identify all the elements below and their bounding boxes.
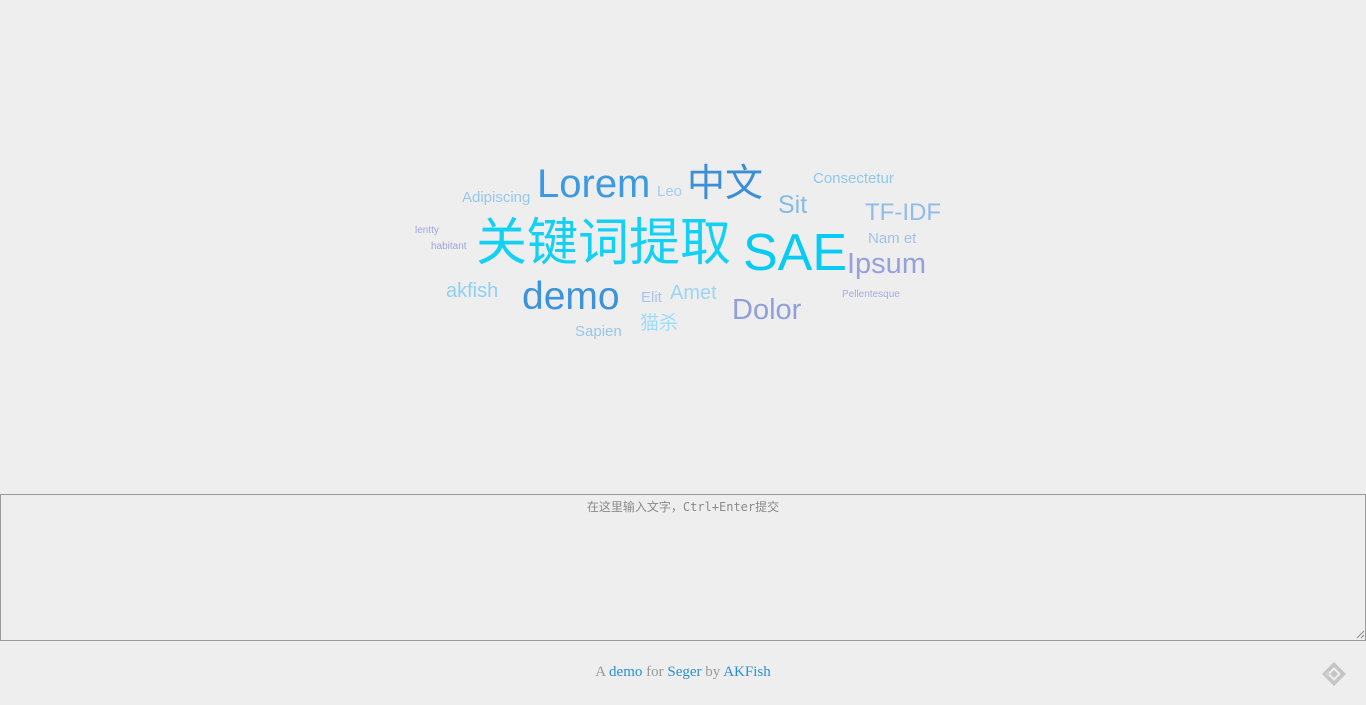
demo-link[interactable]: demo bbox=[609, 664, 642, 680]
cloud-word[interactable]: Dolor bbox=[732, 296, 801, 325]
word-cloud: 关键词提取 SAE Lorem 中文 demo Dolor Ipsum TF-I… bbox=[0, 0, 1366, 494]
cloud-word[interactable]: SAE bbox=[743, 227, 847, 279]
text-input-area[interactable] bbox=[0, 494, 1366, 641]
footer-for-text: for bbox=[646, 664, 664, 680]
cloud-word[interactable]: habitant bbox=[431, 242, 467, 252]
cloud-word[interactable]: TF-IDF bbox=[865, 201, 941, 225]
cloud-word[interactable]: Consectetur bbox=[813, 171, 894, 186]
footer: A demo for Seger by AKFish bbox=[0, 664, 1366, 681]
cloud-word[interactable]: Pellentesque bbox=[842, 290, 900, 300]
cloud-word[interactable]: 关键词提取 bbox=[476, 218, 731, 269]
cloud-word[interactable]: akfish bbox=[446, 281, 498, 301]
author-link[interactable]: AKFish bbox=[723, 664, 771, 680]
cloud-word[interactable]: 猫杀 bbox=[640, 314, 678, 333]
cloud-word[interactable]: Leo bbox=[657, 184, 682, 199]
ribbon-logo-icon[interactable] bbox=[1320, 660, 1348, 688]
cloud-word[interactable]: 中文 bbox=[687, 164, 763, 202]
cloud-word[interactable]: Nam et bbox=[868, 231, 916, 246]
cloud-word[interactable]: Elit bbox=[641, 290, 662, 305]
cloud-word[interactable]: demo bbox=[522, 277, 620, 316]
cloud-word[interactable]: Lorem bbox=[537, 164, 650, 204]
footer-prefix: A bbox=[595, 664, 606, 680]
cloud-word[interactable]: lentty bbox=[415, 226, 439, 236]
seger-link[interactable]: Seger bbox=[667, 664, 701, 680]
cloud-word[interactable]: Sit bbox=[778, 193, 807, 218]
cloud-word[interactable]: Amet bbox=[670, 283, 717, 303]
cloud-word[interactable]: Adipiscing bbox=[462, 190, 530, 205]
cloud-word[interactable]: Ipsum bbox=[847, 250, 926, 279]
footer-by-text: by bbox=[705, 664, 721, 680]
cloud-word[interactable]: Sapien bbox=[575, 324, 622, 339]
